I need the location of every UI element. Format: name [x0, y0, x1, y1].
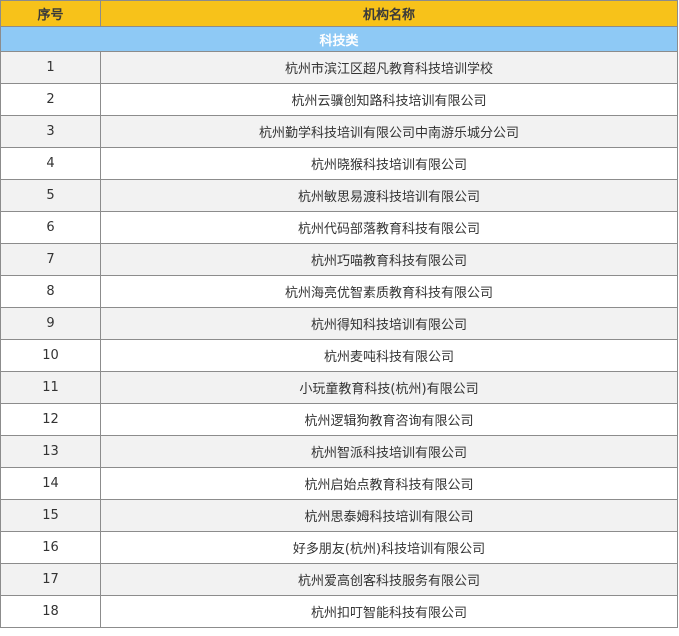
table-row: 14 杭州启始点教育科技有限公司: [0, 467, 678, 500]
row-institution-name: 杭州云骥创知路科技培训有限公司: [100, 83, 678, 116]
table-row: 13 杭州智派科技培训有限公司: [0, 435, 678, 468]
row-serial-number: 9: [0, 307, 101, 340]
table-row: 2 杭州云骥创知路科技培训有限公司: [0, 83, 678, 116]
table-row: 11 小玩童教育科技(杭州)有限公司: [0, 371, 678, 404]
table-row: 17 杭州爱高创客科技服务有限公司: [0, 563, 678, 596]
row-institution-name: 杭州巧喵教育科技有限公司: [100, 243, 678, 276]
table-row: 4 杭州晓猴科技培训有限公司: [0, 147, 678, 180]
row-serial-number: 16: [0, 531, 101, 564]
category-label: 科技类: [0, 26, 678, 52]
row-institution-name: 杭州扣叮智能科技有限公司: [100, 595, 678, 628]
institution-table: 序号 机构名称 科技类 1 杭州市滨江区超凡教育科技培训学校 2 杭州云骥创知路科技培…: [0, 0, 678, 628]
row-institution-name: 杭州晓猴科技培训有限公司: [100, 147, 678, 180]
row-serial-number: 5: [0, 179, 101, 212]
table-row: 7 杭州巧喵教育科技有限公司: [0, 243, 678, 276]
row-institution-name: 杭州代码部落教育科技有限公司: [100, 211, 678, 244]
row-serial-number: 2: [0, 83, 101, 116]
row-institution-name: 杭州麦吨科技有限公司: [100, 339, 678, 372]
row-serial-number: 1: [0, 51, 101, 84]
row-serial-number: 11: [0, 371, 101, 404]
row-serial-number: 18: [0, 595, 101, 628]
row-serial-number: 10: [0, 339, 101, 372]
category-row: 科技类: [0, 26, 678, 52]
row-serial-number: 12: [0, 403, 101, 436]
header-serial-number: 序号: [0, 0, 101, 27]
row-institution-name: 杭州海亮优智素质教育科技有限公司: [100, 275, 678, 308]
table-row: 15 杭州思泰姆科技培训有限公司: [0, 499, 678, 532]
row-serial-number: 17: [0, 563, 101, 596]
table-row: 1 杭州市滨江区超凡教育科技培训学校: [0, 51, 678, 84]
table-row: 18 杭州扣叮智能科技有限公司: [0, 595, 678, 628]
row-institution-name: 杭州敏思易渡科技培训有限公司: [100, 179, 678, 212]
row-serial-number: 6: [0, 211, 101, 244]
table-row: 3 杭州勤学科技培训有限公司中南游乐城分公司: [0, 115, 678, 148]
table-row: 16 好多朋友(杭州)科技培训有限公司: [0, 531, 678, 564]
table-row: 6 杭州代码部落教育科技有限公司: [0, 211, 678, 244]
row-institution-name: 杭州智派科技培训有限公司: [100, 435, 678, 468]
row-institution-name: 杭州得知科技培训有限公司: [100, 307, 678, 340]
table-row: 5 杭州敏思易渡科技培训有限公司: [0, 179, 678, 212]
row-serial-number: 7: [0, 243, 101, 276]
row-institution-name: 好多朋友(杭州)科技培训有限公司: [100, 531, 678, 564]
row-serial-number: 14: [0, 467, 101, 500]
table-row: 9 杭州得知科技培训有限公司: [0, 307, 678, 340]
row-institution-name: 杭州启始点教育科技有限公司: [100, 467, 678, 500]
row-serial-number: 3: [0, 115, 101, 148]
table-header-row: 序号 机构名称: [0, 0, 678, 27]
row-serial-number: 13: [0, 435, 101, 468]
table-row: 12 杭州逻辑狗教育咨询有限公司: [0, 403, 678, 436]
row-institution-name: 杭州勤学科技培训有限公司中南游乐城分公司: [100, 115, 678, 148]
row-institution-name: 小玩童教育科技(杭州)有限公司: [100, 371, 678, 404]
row-institution-name: 杭州思泰姆科技培训有限公司: [100, 499, 678, 532]
row-institution-name: 杭州逻辑狗教育咨询有限公司: [100, 403, 678, 436]
header-institution-name: 机构名称: [100, 0, 678, 27]
row-serial-number: 4: [0, 147, 101, 180]
row-institution-name: 杭州市滨江区超凡教育科技培训学校: [100, 51, 678, 84]
row-serial-number: 15: [0, 499, 101, 532]
row-institution-name: 杭州爱高创客科技服务有限公司: [100, 563, 678, 596]
table-row: 8 杭州海亮优智素质教育科技有限公司: [0, 275, 678, 308]
row-serial-number: 8: [0, 275, 101, 308]
table-row: 10 杭州麦吨科技有限公司: [0, 339, 678, 372]
